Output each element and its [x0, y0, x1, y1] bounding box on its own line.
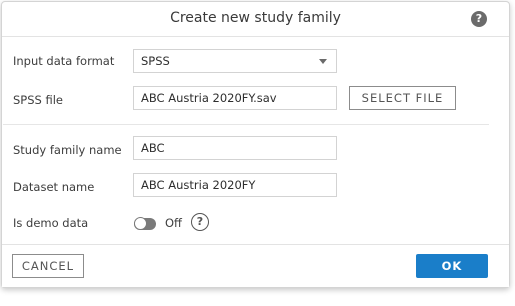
is-demo-data-state: Off — [165, 216, 182, 230]
spss-file-label: SPSS file — [13, 93, 64, 107]
dialog-title: Create new study family — [170, 10, 341, 26]
dialog-header: Create new study family ? — [2, 2, 509, 37]
dataset-name-input[interactable]: ABC Austria 2020FY — [133, 173, 337, 197]
help-icon[interactable]: ? — [471, 11, 487, 27]
toggle-knob — [134, 217, 147, 230]
is-demo-data-label: Is demo data — [13, 216, 89, 230]
input-data-format-select[interactable]: SPSS — [133, 49, 337, 73]
input-data-format-label: Input data format — [13, 54, 115, 68]
select-file-button[interactable]: SELECT FILE — [349, 86, 456, 110]
create-study-family-dialog: Create new study family ? Input data for… — [1, 1, 510, 288]
is-demo-data-toggle[interactable] — [134, 217, 156, 230]
study-family-name-label: Study family name — [13, 143, 122, 157]
dialog-footer: CANCEL OK — [2, 244, 509, 287]
chevron-down-icon — [319, 59, 327, 64]
question-circle-icon[interactable]: ? — [191, 213, 209, 231]
dataset-name-label: Dataset name — [13, 180, 95, 194]
cancel-button[interactable]: CANCEL — [12, 254, 84, 278]
section-divider — [3, 124, 489, 125]
input-data-format-value: SPSS — [141, 54, 170, 68]
spss-file-input[interactable]: ABC Austria 2020FY.sav — [133, 86, 337, 110]
study-family-name-input[interactable]: ABC — [133, 136, 337, 160]
ok-button[interactable]: OK — [416, 254, 488, 278]
